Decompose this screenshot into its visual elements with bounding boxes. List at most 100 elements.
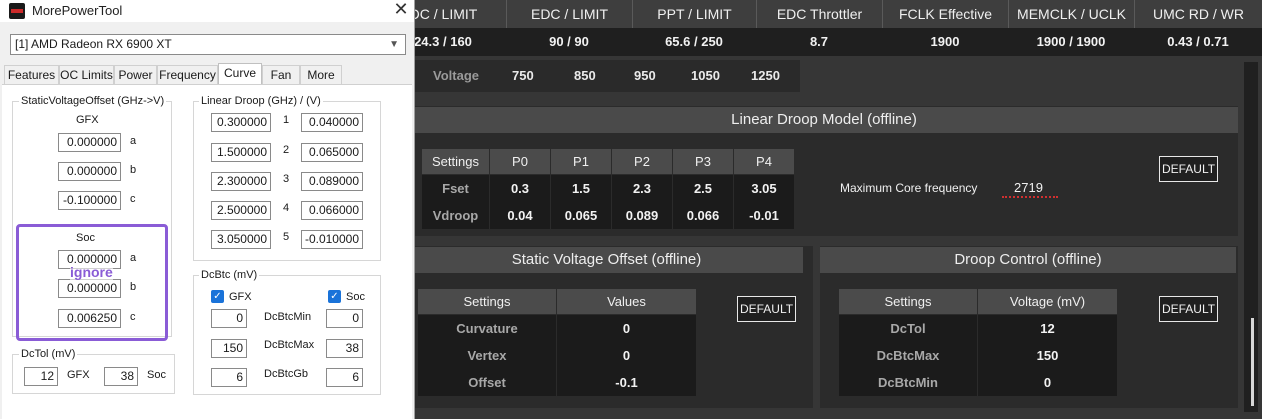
dcbtc-min-soc-field[interactable]: 0	[326, 309, 363, 328]
device-select[interactable]: [1] AMD Radeon RX 6900 XT ▼	[10, 34, 406, 55]
table-cell: 1.5	[550, 174, 612, 202]
svo-gfx-a-field[interactable]: 0.000000	[58, 133, 121, 152]
dcbtc-gb-soc-field[interactable]: 6	[326, 368, 363, 387]
window-title: MorePowerTool	[32, 3, 123, 18]
dcbtc-gfx-checkbox[interactable]: ✓	[211, 290, 224, 303]
tab-oc-limits[interactable]: OC Limits	[59, 65, 114, 85]
table-header: P1	[550, 148, 612, 175]
table-row: DcBtcMin 0	[838, 368, 1118, 396]
dctol-gfx-label: GFX	[67, 369, 90, 381]
droop-freq-3-field[interactable]: 2.300000	[211, 172, 271, 191]
tab-power[interactable]: Power	[114, 65, 157, 85]
droop-volt-2-field[interactable]: 0.065000	[301, 143, 363, 162]
table-row: Vertex 0	[417, 341, 697, 369]
table-row: DcBtcMax 150	[838, 341, 1118, 369]
table-cell: 0.089	[611, 201, 673, 229]
table-header: Voltage (mV)	[977, 288, 1118, 315]
dctol-group-title: DcTol (mV)	[19, 348, 78, 360]
row-label: Curvature	[417, 314, 557, 342]
tab-features[interactable]: Features	[4, 65, 59, 85]
table-row: Vdroop 0.04 0.065 0.089 0.066 -0.01	[421, 201, 795, 229]
value-umc-rd-wr: 0.43 / 0.71	[1167, 34, 1229, 49]
table-header: P4	[733, 148, 795, 175]
droop-control-default-button[interactable]: DEFAULT	[1159, 296, 1218, 322]
droop-index-label: 1	[283, 114, 290, 126]
static-voltage-offset-title: Static Voltage Offset (offline)	[410, 247, 803, 273]
table-cell: 2.5	[672, 174, 734, 202]
table-cell: 0	[977, 368, 1118, 396]
row-label: Offset	[417, 368, 557, 396]
droop-index-label: 3	[283, 173, 290, 185]
max-core-frequency-label: Maximum Core frequency	[840, 181, 978, 195]
table-header: Settings	[421, 148, 490, 175]
dctol-gfx-field[interactable]: 12	[24, 367, 58, 386]
table-row: Fset 0.3 1.5 2.3 2.5 3.05	[421, 174, 795, 202]
header-ppt-limit: PPT / LIMIT	[632, 0, 756, 28]
droop-freq-5-field[interactable]: 3.050000	[211, 230, 271, 249]
droop-control-table: Settings Voltage (mV) DcTol 12 DcBtcMax …	[838, 288, 1118, 396]
device-select-value: [1] AMD Radeon RX 6900 XT	[15, 37, 172, 51]
title-bar[interactable]: MorePowerTool ✕	[0, 0, 414, 22]
header-umc-rd-wr: UMC RD / WR	[1134, 0, 1262, 28]
row-label: DcBtcMax	[838, 341, 978, 369]
tab-curve[interactable]: Curve	[218, 63, 262, 85]
dctol-soc-field[interactable]: 38	[104, 367, 138, 386]
voltage-value: 950	[634, 68, 656, 83]
table-cell: 3.05	[733, 174, 795, 202]
linear-droop-default-button[interactable]: DEFAULT	[1159, 156, 1218, 182]
droop-volt-5-field[interactable]: -0.010000	[301, 230, 363, 249]
table-cell: 150	[977, 341, 1118, 369]
row-label: DcBtcMin	[838, 368, 978, 396]
svo-gfx-b-field[interactable]: 0.000000	[58, 162, 121, 181]
close-button[interactable]: ✕	[388, 0, 414, 20]
table-row: DcTol 12	[838, 314, 1118, 342]
dcbtc-soc-label: Soc	[346, 291, 365, 303]
tab-more[interactable]: More	[300, 65, 342, 85]
tab-fan[interactable]: Fan	[262, 65, 300, 85]
header-memclk-uclk: MEMCLK / UCLK	[1008, 0, 1134, 28]
voltage-label: Voltage	[433, 68, 479, 83]
droop-freq-2-field[interactable]: 1.500000	[211, 143, 271, 162]
row-label: Vdroop	[421, 201, 490, 229]
svo-gfx-label: GFX	[76, 114, 99, 126]
droop-volt-3-field[interactable]: 0.089000	[301, 172, 363, 191]
value-edc-limit: 90 / 90	[549, 34, 589, 49]
svo-gfx-c-field[interactable]: -0.100000	[58, 191, 121, 210]
table-cell: -0.01	[733, 201, 795, 229]
table-header: P0	[489, 148, 551, 175]
header-fclk-effective: FCLK Effective	[882, 0, 1008, 28]
droop-volt-1-field[interactable]: 0.040000	[301, 113, 363, 132]
dcbtc-soc-checkbox[interactable]: ✓	[328, 290, 341, 303]
spellcheck-underline	[1002, 196, 1058, 198]
highlight-box	[16, 224, 168, 341]
voltage-value: 850	[574, 68, 596, 83]
row-label: Fset	[421, 174, 490, 202]
svo-gfx-a-label: a	[130, 135, 137, 147]
svo-gfx-c-label: c	[130, 193, 136, 205]
table-row: Offset -0.1	[417, 368, 697, 396]
dcbtc-max-soc-field[interactable]: 38	[326, 339, 363, 358]
row-label: DcTol	[838, 314, 978, 342]
dcbtc-max-gfx-field[interactable]: 150	[211, 339, 247, 358]
dcbtc-min-gfx-field[interactable]: 0	[211, 309, 247, 328]
table-header: Values	[556, 288, 697, 315]
table-cell: 0.065	[550, 201, 612, 229]
table-cell: 0.3	[489, 174, 551, 202]
scrollbar-thumb[interactable]	[1251, 318, 1254, 406]
linear-droop-group-title: Linear Droop (GHz) / (V)	[199, 95, 323, 107]
table-cell: 0.066	[672, 201, 734, 229]
dcbtc-gb-gfx-field[interactable]: 6	[211, 368, 247, 387]
droop-freq-4-field[interactable]: 2.500000	[211, 201, 271, 220]
voltage-value: 1250	[751, 68, 780, 83]
dcbtc-gfx-label: GFX	[229, 291, 252, 303]
table-cell: -0.1	[556, 368, 697, 396]
droop-volt-4-field[interactable]: 0.066000	[301, 201, 363, 220]
droop-control-title: Droop Control (offline)	[820, 247, 1236, 273]
table-header: P2	[611, 148, 673, 175]
svo-default-button[interactable]: DEFAULT	[737, 296, 796, 322]
tab-frequency[interactable]: Frequency	[157, 65, 218, 85]
table-cell: 12	[977, 314, 1118, 342]
table-header: Settings	[417, 288, 557, 315]
droop-freq-1-field[interactable]: 0.300000	[211, 113, 271, 132]
svo-group-title: StaticVoltageOffset (GHz->V)	[19, 95, 167, 107]
